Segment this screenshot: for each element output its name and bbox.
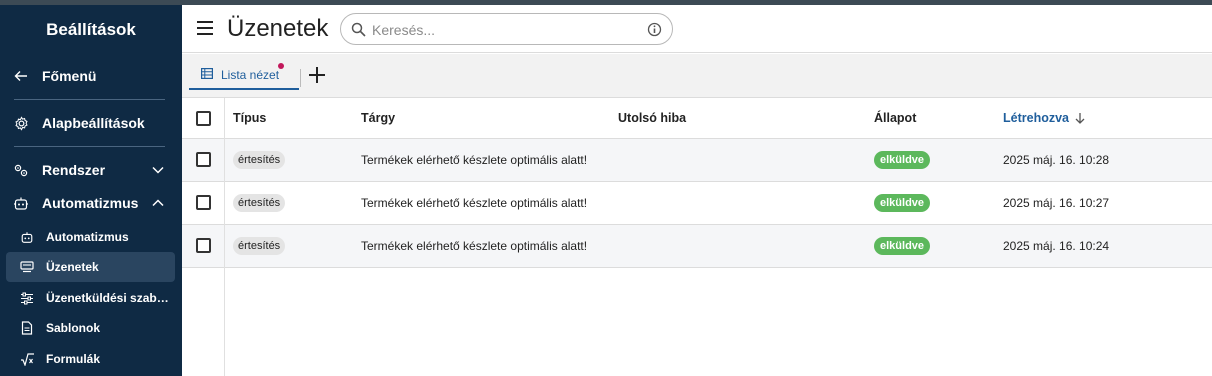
view-tabbar: Lista nézet [182, 54, 1212, 98]
table-header-row: Típus Tárgy Utolsó hiba Állapot Létrehoz… [182, 98, 1212, 139]
sidebar-back-label: Főmenü [42, 68, 97, 84]
sidebar-subitem-uzenetkuldesi-szabalyok[interactable]: Üzenetküldési szabályok [6, 283, 175, 313]
cell-status: elküldve [874, 182, 931, 224]
type-pill: értesítés [233, 151, 286, 169]
sidebar-item-automatizmus[interactable]: Automatizmus [6, 188, 175, 218]
tab-separator [300, 69, 301, 87]
column-divider [224, 98, 225, 376]
sidebar-subitem-label: Automatizmus [46, 230, 129, 244]
chevron-down-icon [147, 166, 169, 174]
row-checkbox[interactable] [196, 152, 211, 167]
robot-icon [10, 196, 32, 211]
table-row[interactable]: értesítés Termékek elérhető készlete opt… [182, 225, 1212, 268]
search-input[interactable] [372, 19, 642, 41]
row-checkbox[interactable] [196, 238, 211, 253]
sidebar-subitem-automatizmus[interactable]: Automatizmus [6, 222, 175, 252]
sort-descending-icon [1075, 112, 1085, 124]
sidebar-subitem-label: Formulák [46, 352, 101, 366]
cell-created: 2025 máj. 16. 10:27 [1003, 196, 1110, 210]
search-box[interactable] [340, 13, 673, 45]
add-view-button[interactable] [306, 64, 328, 86]
select-all-checkbox[interactable] [196, 111, 211, 126]
sidebar-item-label: Automatizmus [42, 195, 139, 211]
cell-status: elküldve [874, 139, 931, 181]
robot-icon [18, 231, 36, 244]
status-badge: elküldve [874, 237, 931, 255]
info-icon[interactable] [647, 22, 662, 42]
gear-icon [10, 115, 32, 131]
sidebar-item-alapbeallitasok[interactable]: Alapbeállítások [6, 108, 175, 138]
unsaved-indicator [278, 63, 284, 69]
column-header-subject[interactable]: Tárgy [361, 98, 395, 138]
table-row[interactable]: értesítés Termékek elérhető készlete opt… [182, 139, 1212, 182]
document-icon [18, 321, 36, 335]
sidebar-subitem-uzenetek[interactable]: Üzenetek [6, 252, 175, 282]
cell-subject: Termékek elérhető készlete optimális ala… [361, 153, 588, 167]
header: Üzenetek [182, 5, 1212, 53]
table-row[interactable]: értesítés Termékek elérhető készlete opt… [182, 182, 1212, 225]
column-header-status[interactable]: Állapot [874, 98, 916, 138]
sidebar-title: Beállítások [46, 20, 136, 39]
square-root-icon [18, 352, 36, 366]
cell-subject: Termékek elérhető készlete optimális ala… [361, 239, 588, 253]
sidebar-subitem-sablonok[interactable]: Sablonok [6, 313, 175, 343]
sidebar: Beállítások Főmenü Alapbeállítások Rends… [0, 5, 182, 376]
sidebar-divider [14, 146, 165, 147]
page-title: Üzenetek [227, 15, 329, 42]
messages-table: Típus Tárgy Utolsó hiba Állapot Létrehoz… [182, 98, 1212, 376]
cell-created: 2025 máj. 16. 10:28 [1003, 153, 1110, 167]
sidebar-item-label: Alapbeállítások [42, 115, 145, 131]
gears-icon [10, 163, 32, 178]
cell-type: értesítés [233, 139, 286, 181]
search-icon [351, 22, 366, 42]
sliders-icon [18, 292, 36, 305]
sidebar-divider [14, 99, 165, 100]
sidebar-item-rendszer[interactable]: Rendszer [6, 155, 175, 185]
sidebar-subitem-formulak[interactable]: Formulák [6, 344, 175, 374]
cell-type: értesítés [233, 182, 286, 224]
cell-type: értesítés [233, 225, 286, 267]
message-queue-icon [18, 260, 36, 274]
cell-status: elküldve [874, 225, 931, 267]
arrow-left-icon [10, 69, 32, 83]
cell-subject: Termékek elérhető készlete optimális ala… [361, 196, 588, 210]
type-pill: értesítés [233, 194, 286, 212]
tab-lista-nezet[interactable]: Lista nézet [189, 62, 299, 90]
chevron-up-icon [147, 199, 169, 207]
tab-label: Lista nézet [221, 68, 280, 82]
status-badge: elküldve [874, 194, 931, 212]
sidebar-subitem-label: Üzenetküldési szabályok [46, 291, 175, 305]
column-header-created[interactable]: Létrehozva [1003, 98, 1085, 138]
table-icon [201, 68, 214, 82]
column-header-type[interactable]: Típus [233, 98, 266, 138]
cell-created: 2025 máj. 16. 10:24 [1003, 239, 1110, 253]
column-header-last-error[interactable]: Utolsó hiba [618, 98, 686, 138]
column-header-created-label: Létrehozva [1003, 111, 1069, 125]
sidebar-back-button[interactable]: Főmenü [6, 61, 175, 91]
menu-icon[interactable] [195, 18, 215, 38]
sidebar-subitem-label: Sablonok [46, 321, 101, 335]
type-pill: értesítés [233, 237, 286, 255]
row-checkbox[interactable] [196, 195, 211, 210]
sidebar-item-label: Rendszer [42, 162, 106, 178]
status-badge: elküldve [874, 151, 931, 169]
sidebar-subitem-label: Üzenetek [46, 260, 99, 274]
